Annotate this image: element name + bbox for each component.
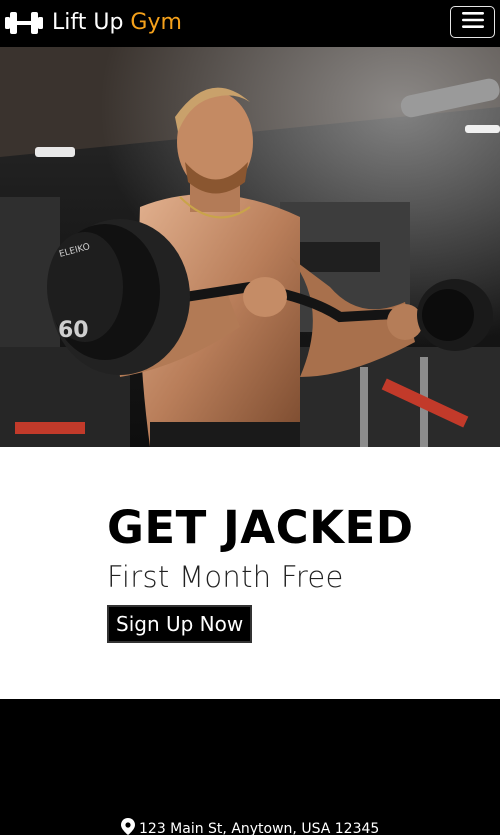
- visit-section: [0, 699, 500, 835]
- brand-link[interactable]: Lift Up Gym: [5, 7, 182, 39]
- map-pin-icon: [121, 818, 139, 839]
- svg-text:60: 60: [58, 318, 89, 343]
- menu-toggle-button[interactable]: [450, 6, 495, 38]
- promo-title: GET JACKED: [107, 501, 414, 554]
- sign-up-button[interactable]: Sign Up Now: [107, 605, 253, 643]
- navbar: Lift Up Gym: [0, 0, 500, 47]
- address-line: 123 Main St, Anytown, USA 12345: [121, 818, 379, 839]
- brand-name-accent: Gym: [130, 10, 182, 35]
- hero-image: ELEIKO 60: [0, 47, 500, 447]
- visit-title: Visit Us: [16, 725, 116, 756]
- address-text: 123 Main St, Anytown, USA 12345: [139, 820, 380, 837]
- hamburger-menu-icon: [461, 11, 484, 33]
- dumbbell-icon: [5, 8, 43, 38]
- promo-subtitle: First Month Free: [107, 560, 344, 594]
- brand-name: Lift Up Gym: [52, 7, 182, 39]
- brand-name-main: Lift Up: [52, 10, 124, 35]
